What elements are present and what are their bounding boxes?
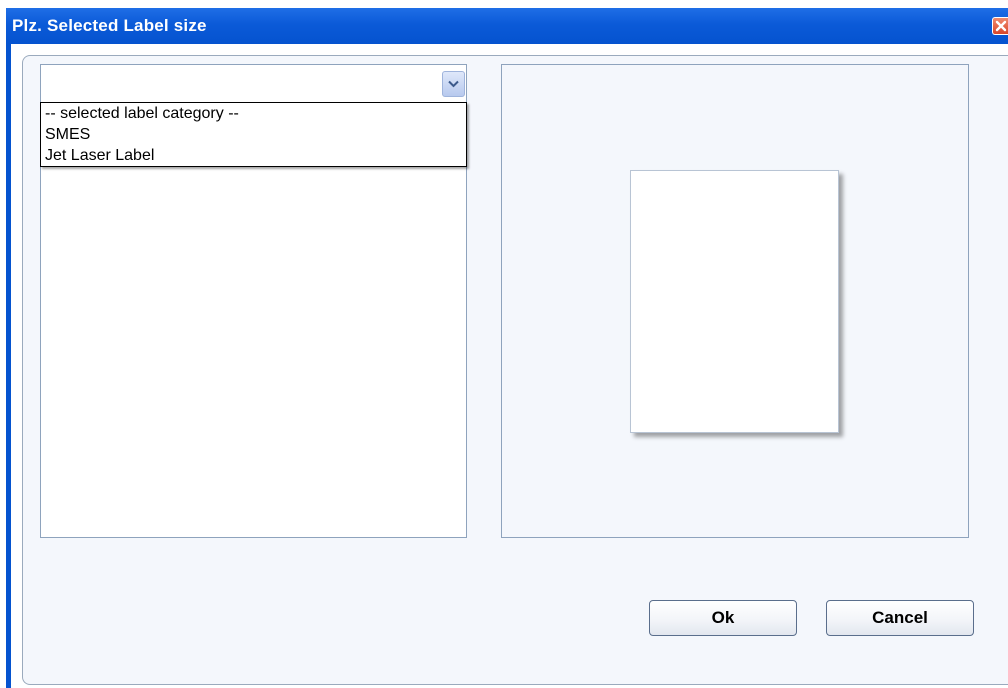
label-category-dropdown-list[interactable]: -- selected label category -- SMES Jet L… [40,102,467,167]
chevron-down-icon [448,80,459,88]
ok-button[interactable]: Ok [649,600,797,636]
title-bar[interactable]: Plz. Selected Label size [6,8,1008,44]
close-button[interactable] [992,17,1008,35]
cancel-button[interactable]: Cancel [826,600,974,636]
dropdown-option[interactable]: -- selected label category -- [41,103,466,124]
top-strip [0,0,1008,8]
label-size-dialog: Plz. Selected Label size -- selected lab… [0,0,1008,688]
label-preview-page [630,170,839,433]
label-category-combo[interactable] [41,65,466,102]
close-icon [995,20,1007,32]
dropdown-option[interactable]: SMES [41,124,466,145]
window-title: Plz. Selected Label size [12,16,207,35]
combo-dropdown-button[interactable] [442,71,465,97]
dropdown-option[interactable]: Jet Laser Label [41,145,466,166]
